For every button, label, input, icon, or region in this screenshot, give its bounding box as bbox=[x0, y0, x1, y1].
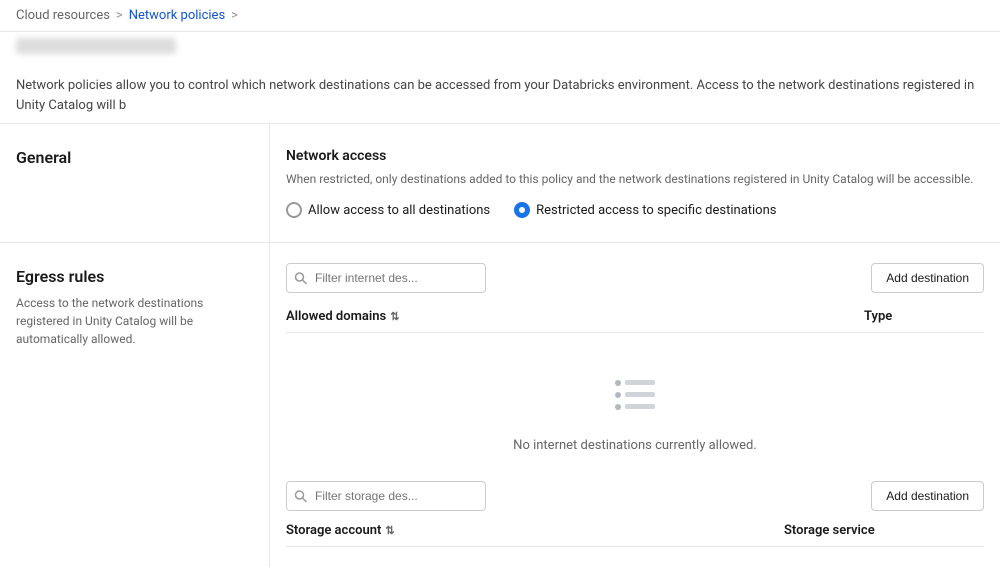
egress-left-panel: Egress rules Access to the network desti… bbox=[0, 243, 270, 567]
col-storage-account: Storage account ⇅ bbox=[286, 523, 784, 538]
breadcrumb-network-policies[interactable]: Network policies bbox=[129, 8, 225, 23]
network-access-radio-group: Allow access to all destinations Restric… bbox=[286, 202, 984, 218]
radio-restricted-label: Restricted access to specific destinatio… bbox=[536, 203, 776, 218]
general-left-panel: General bbox=[0, 124, 270, 242]
network-access-title: Network access bbox=[286, 148, 984, 164]
add-destination-internet-button[interactable]: Add destination bbox=[871, 263, 984, 293]
col-allowed-domains: Allowed domains ⇅ bbox=[286, 309, 864, 324]
egress-description: Access to the network destinations regis… bbox=[16, 294, 253, 348]
storage-search-icon bbox=[294, 490, 307, 503]
col-allowed-domains-label: Allowed domains bbox=[286, 309, 386, 324]
breadcrumb-cloud-resources[interactable]: Cloud resources bbox=[16, 8, 110, 23]
radio-restricted[interactable]: Restricted access to specific destinatio… bbox=[514, 202, 776, 218]
breadcrumb: Cloud resources > Network policies > bbox=[0, 0, 1000, 32]
internet-empty-state: No internet destinations currently allow… bbox=[286, 337, 984, 473]
radio-circle-allow-all bbox=[286, 202, 302, 218]
network-access-description: When restricted, only destinations added… bbox=[286, 170, 984, 188]
internet-filter-input[interactable] bbox=[286, 263, 486, 293]
sort-icon-allowed[interactable]: ⇅ bbox=[390, 310, 399, 323]
sort-icon-storage[interactable]: ⇅ bbox=[385, 524, 394, 537]
col-storage-account-label: Storage account bbox=[286, 523, 381, 538]
storage-filter-input[interactable] bbox=[286, 481, 486, 511]
empty-list-icon bbox=[605, 367, 665, 426]
storage-filter-row: Add destination bbox=[286, 481, 984, 511]
internet-empty-text: No internet destinations currently allow… bbox=[513, 438, 757, 453]
radio-allow-all-label: Allow access to all destinations bbox=[308, 203, 490, 218]
internet-filter-wrap bbox=[286, 263, 486, 293]
policy-name-bar bbox=[0, 32, 1000, 68]
storage-filter-wrap bbox=[286, 481, 486, 511]
egress-rules-section: Egress rules Access to the network desti… bbox=[0, 243, 1000, 567]
col-type: Type bbox=[864, 309, 984, 324]
general-section: General Network access When restricted, … bbox=[0, 124, 1000, 242]
internet-filter-row: Add destination bbox=[286, 263, 984, 293]
internet-search-icon bbox=[294, 272, 307, 285]
radio-circle-restricted bbox=[514, 202, 530, 218]
policy-name-blurred bbox=[16, 38, 176, 54]
breadcrumb-sep2: > bbox=[231, 8, 238, 23]
storage-table-header: Storage account ⇅ Storage service bbox=[286, 523, 984, 547]
col-storage-service: Storage service bbox=[784, 523, 984, 538]
page-description: Network policies allow you to control wh… bbox=[0, 68, 1000, 124]
breadcrumb-sep1: > bbox=[116, 8, 123, 23]
internet-table-header: Allowed domains ⇅ Type bbox=[286, 309, 984, 333]
general-right-panel: Network access When restricted, only des… bbox=[270, 124, 1000, 242]
egress-title: Egress rules bbox=[16, 267, 253, 286]
egress-right-panel: Add destination Allowed domains ⇅ Type bbox=[270, 243, 1000, 567]
add-destination-storage-button[interactable]: Add destination bbox=[871, 481, 984, 511]
radio-allow-all[interactable]: Allow access to all destinations bbox=[286, 202, 490, 218]
general-title: General bbox=[16, 148, 253, 167]
